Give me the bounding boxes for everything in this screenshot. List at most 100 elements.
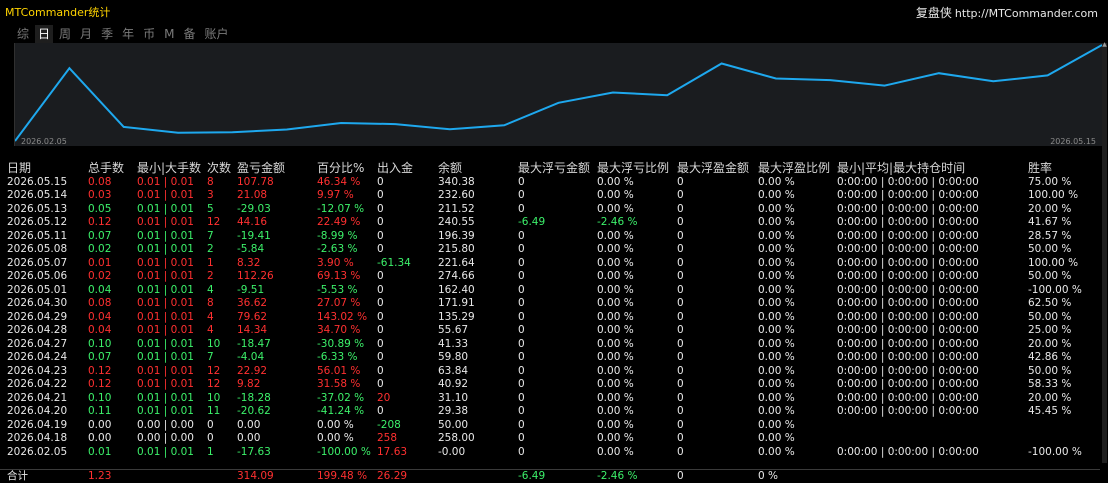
column-header[interactable]: 最小|大手数 <box>137 161 201 176</box>
table-cell: 0 <box>518 378 525 390</box>
column-header[interactable]: 最大浮盈比例 <box>758 161 830 176</box>
table-cell: 0 <box>518 310 525 323</box>
table-row[interactable]: 2026.04.29 0.04 0.01 | 0.01 4 79.62 143.02 % 0… <box>0 311 1100 325</box>
balance-line-chart: 2026.02.05 2026.05.15 <box>15 44 1102 146</box>
table-cell: 79.62 <box>237 310 268 323</box>
table-cell: 0.01 | 0.01 <box>137 378 194 390</box>
table-cell: 258 <box>377 432 398 444</box>
table-row[interactable]: 2026.04.21 0.10 0.01 | 0.01 10 -18.28 -37.02 … <box>0 392 1100 406</box>
table-row[interactable]: 2026.05.13 0.05 0.01 | 0.01 5 -29.03 -12.07 %… <box>0 203 1100 217</box>
table-cell: 258.00 <box>438 432 475 444</box>
table-cell: 0.03 <box>88 189 112 201</box>
table-row[interactable]: 2026.05.01 0.04 0.01 | 0.01 4 -9.51 -5.53 % 0 1… <box>0 284 1100 298</box>
tab-0[interactable]: 综 <box>14 25 32 43</box>
table-cell: 0.12 <box>88 364 112 377</box>
tab-9[interactable]: 账户 <box>201 25 231 43</box>
table-cell: 2026.04.19 <box>7 418 68 431</box>
table-cell: 0.01 | 0.01 <box>137 175 194 188</box>
column-header[interactable]: 总手数 <box>88 161 124 176</box>
column-header[interactable]: 最大浮盈金额 <box>677 161 749 176</box>
table-cell: 2026.04.18 <box>7 432 68 444</box>
table-row[interactable]: 2026.04.23 0.12 0.01 | 0.01 12 22.92 56.01 % 0… <box>0 365 1100 379</box>
table-cell: -61.34 <box>377 256 411 269</box>
table-cell: 0 <box>518 418 525 431</box>
table-cell: 62.50 % <box>1028 297 1072 309</box>
table-cell: 0 <box>377 202 384 215</box>
table-cell: 0 <box>518 297 525 309</box>
column-header[interactable]: 最大浮亏比例 <box>597 161 669 176</box>
table-cell: 0.00 % <box>758 202 795 215</box>
column-header[interactable]: 百分比% <box>317 161 364 176</box>
table-cell: 340.38 <box>438 175 475 188</box>
table-cell: 0.00 % <box>758 216 795 228</box>
table-cell: 0 <box>377 297 384 309</box>
table-cell: 0 <box>377 270 384 282</box>
table-cell: 0:00:00 | 0:00:00 | 0:00:00 <box>837 216 979 228</box>
tab-5[interactable]: 年 <box>119 25 137 43</box>
tab-6[interactable]: 币 <box>140 25 158 43</box>
column-header[interactable]: 日期 <box>7 161 31 176</box>
tab-8[interactable]: 备 <box>180 25 198 43</box>
table-cell: 0:00:00 | 0:00:00 | 0:00:00 <box>837 297 979 309</box>
table-row[interactable]: 2026.05.12 0.12 0.01 | 0.01 12 44.16 22.49 % 0… <box>0 216 1100 230</box>
table-row[interactable]: 2026.04.24 0.07 0.01 | 0.01 7 -4.04 -6.33 % 0 5… <box>0 351 1100 365</box>
table-row[interactable]: 2026.02.05 0.01 0.01 | 0.01 1 -17.63 -100.00 … <box>0 446 1100 460</box>
column-header[interactable]: 最小|平均|最大持仓时间 <box>837 161 965 176</box>
table-cell: 0:00:00 | 0:00:00 | 0:00:00 <box>837 229 979 242</box>
table-row[interactable]: 2026.04.27 0.10 0.01 | 0.01 10 -18.47 -30.89 … <box>0 338 1100 352</box>
table-cell: 20 <box>377 391 391 404</box>
tab-1[interactable]: 日 <box>35 25 54 43</box>
table-row[interactable]: 2026.04.19 0.00 0.00 | 0.00 0 0.00 0.00 % -208… <box>0 419 1100 433</box>
table-cell: 0 <box>518 283 525 296</box>
table-cell: -30.89 % <box>317 337 365 350</box>
brand-link[interactable]: 复盘侠 http://MTCommander.com <box>916 4 1098 21</box>
table-cell: 0.00 % <box>758 418 795 431</box>
column-header[interactable]: 盈亏金额 <box>237 161 285 176</box>
table-cell: 2 <box>207 243 214 255</box>
tab-7[interactable]: M <box>161 25 177 43</box>
tab-4[interactable]: 季 <box>98 25 116 43</box>
table-row[interactable]: 2026.05.07 0.01 0.01 | 0.01 1 8.32 3.90 % -61.… <box>0 257 1100 271</box>
scrollbar-thumb[interactable] <box>1102 43 1107 463</box>
table-cell: 2026.05.13 <box>7 202 68 215</box>
table-cell: 112.26 <box>237 270 274 282</box>
table-row[interactable]: 2026.04.20 0.11 0.01 | 0.01 11 -20.62 -41.24 … <box>0 405 1100 419</box>
column-header[interactable]: 胜率 <box>1028 161 1052 176</box>
table-cell: 0.07 <box>88 351 112 363</box>
table-cell: 0.00 % <box>758 229 795 242</box>
table-cell: 0.00 % <box>597 364 634 377</box>
table-cell: 0.01 <box>88 256 112 269</box>
table-row[interactable]: 2026.04.28 0.04 0.01 | 0.01 4 14.34 34.70 % 0 5… <box>0 324 1100 338</box>
column-header[interactable]: 余额 <box>438 161 462 176</box>
table-cell: 0.01 | 0.01 <box>137 364 194 377</box>
column-header[interactable]: 出入金 <box>377 161 413 176</box>
total-cell: 26.29 <box>377 470 408 482</box>
table-cell: 0.01 | 0.01 <box>137 445 194 458</box>
tab-2[interactable]: 周 <box>56 25 74 43</box>
table-cell: 8 <box>207 297 214 309</box>
table-cell: 0 <box>677 256 684 269</box>
table-cell: 1 <box>207 256 214 269</box>
total-cell: -2.46 % <box>597 470 638 482</box>
table-row[interactable]: 2026.05.06 0.02 0.01 | 0.01 2 112.26 69.13 % 0… <box>0 270 1100 284</box>
table-cell: 0 <box>677 418 684 431</box>
table-cell: 240.55 <box>438 216 475 228</box>
tab-3[interactable]: 月 <box>77 25 95 43</box>
table-cell: 50.00 % <box>1028 364 1072 377</box>
table-body: 2026.05.15 0.08 0.01 | 0.01 8 107.78 46.34 % 0… <box>0 176 1100 460</box>
table-row[interactable]: 2026.04.30 0.08 0.01 | 0.01 8 36.62 27.07 % 0 1… <box>0 297 1100 311</box>
table-cell: 28.57 % <box>1028 229 1072 242</box>
x-tick-label: 2026.05.15 <box>1050 137 1096 146</box>
column-header[interactable]: 最大浮亏金额 <box>518 161 590 176</box>
table-row[interactable]: 2026.04.22 0.12 0.01 | 0.01 12 9.82 31.58 % 0 4… <box>0 378 1100 392</box>
table-row[interactable]: 2026.04.18 0.00 0.00 | 0.00 0 0.00 0.00 % 258 2… <box>0 432 1100 446</box>
table-cell: 0 <box>377 216 384 228</box>
column-header[interactable]: 次数 <box>207 161 231 176</box>
scroll-up-arrow-icon[interactable]: ▲ <box>1101 41 1108 48</box>
table-cell: 0 <box>377 364 384 377</box>
table-cell: 0:00:00 | 0:00:00 | 0:00:00 <box>837 364 979 377</box>
table-row[interactable]: 2026.05.11 0.07 0.01 | 0.01 7 -19.41 -8.99 % 0… <box>0 230 1100 244</box>
table-row[interactable]: 2026.05.15 0.08 0.01 | 0.01 8 107.78 46.34 % 0… <box>0 176 1100 190</box>
table-row[interactable]: 2026.05.14 0.03 0.01 | 0.01 3 21.08 9.97 % 0 23… <box>0 189 1100 203</box>
table-row[interactable]: 2026.05.08 0.02 0.01 | 0.01 2 -5.84 -2.63 % 0 2… <box>0 243 1100 257</box>
